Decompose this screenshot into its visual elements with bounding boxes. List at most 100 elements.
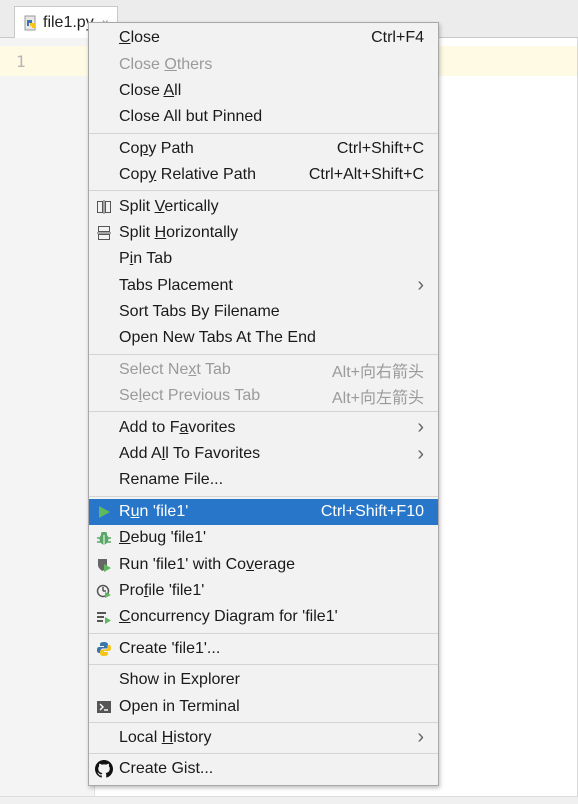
menu-group: Select Next Tab Alt+向右箭头 Select Previous T… <box>89 355 438 413</box>
menu-item-label: Create Gist... <box>119 760 424 778</box>
label-text: Pro <box>119 582 144 599</box>
menu-item-label: Split Horizontally <box>119 224 424 242</box>
menu-item-add-to-favorites[interactable]: Add to Favorites › <box>89 414 438 440</box>
label-text: n Tab <box>133 250 173 268</box>
label-text: Add to F <box>119 418 180 436</box>
menu-item-label: Add to Favorites <box>119 419 417 437</box>
mnemonic-letter: C <box>119 608 131 626</box>
menu-group: Close Ctrl+F4 Close Others Close All Close A… <box>89 23 438 134</box>
menu-item-open-in-terminal[interactable]: Open in Terminal <box>89 693 438 719</box>
label-text: ll <box>174 81 182 99</box>
menu-item-rename-file[interactable]: Rename File... <box>89 467 438 493</box>
shortcut-label: Ctrl+Alt+Shift+C <box>308 166 424 184</box>
mnemonic-letter: C <box>119 29 131 47</box>
submenu-arrow-icon: › <box>417 442 424 465</box>
menu-item-debug-file1[interactable]: Debug 'file1' <box>89 525 438 551</box>
label-text: Add A <box>119 445 162 463</box>
menu-item-label: Split Vertically <box>119 198 424 216</box>
label-text: erage <box>254 555 295 573</box>
menu-item-copy-relative-path[interactable]: Copy Relative Path Ctrl+Alt+Shift+C <box>89 162 438 188</box>
menu-item-close-all[interactable]: Close All <box>89 78 438 104</box>
label-text: ect Previous Tab <box>142 387 261 405</box>
label-text: istory <box>173 728 212 746</box>
menu-item-label: Close All but Pinned <box>119 108 424 126</box>
label-text: Run 'file1' with Co <box>119 555 247 573</box>
label-text: Relative Path <box>156 166 256 184</box>
label-text: ile 'file1' <box>148 582 205 599</box>
submenu-arrow-icon: › <box>417 416 424 439</box>
label-text: Split <box>119 197 155 215</box>
menu-item-close[interactable]: Close Ctrl+F4 <box>89 25 438 51</box>
label-text: ertically <box>164 197 219 215</box>
label-text: Select Ne <box>119 360 189 378</box>
menu-item-close-others: Close Others <box>89 51 438 77</box>
menu-item-pin-tab[interactable]: Pin Tab <box>89 246 438 272</box>
shortcut-label: Ctrl+Shift+F10 <box>320 502 424 520</box>
label-text: vorites <box>188 418 236 436</box>
menu-item-tabs-placement[interactable]: Tabs Placement › <box>89 273 438 299</box>
terminal-icon <box>95 698 113 716</box>
menu-item-label: Close All <box>119 82 424 100</box>
menu-group: Create 'file1'... <box>89 634 438 665</box>
menu-group: Create Gist... <box>89 754 438 784</box>
menu-item-label: Run 'file1' <box>119 503 321 521</box>
menu-item-profile-file1[interactable]: Profile 'file1' <box>89 578 438 604</box>
menu-item-label: Sort Tabs By Filename <box>119 303 424 321</box>
tab-context-menu: Close Ctrl+F4 Close Others Close All Close A… <box>88 22 439 786</box>
python-icon <box>95 640 113 658</box>
label-text: Open in Terminal <box>119 697 240 715</box>
split-horizontal-icon <box>95 224 113 242</box>
menu-item-label: Concurrency Diagram for 'file1' <box>119 608 424 626</box>
menu-item-sort-tabs-by-filename[interactable]: Sort Tabs By Filename <box>89 299 438 325</box>
label-text: Local <box>119 728 162 746</box>
label-text: Create 'file1'... <box>119 639 221 657</box>
python-file-icon <box>23 15 39 31</box>
menu-group: Show in Explorer Open in Terminal <box>89 665 438 723</box>
shortcut-label: Alt+向右箭头 <box>331 363 424 381</box>
mnemonic-letter: O <box>164 55 177 73</box>
menu-item-label: Local History <box>119 729 417 747</box>
submenu-arrow-icon: › <box>417 274 424 297</box>
menu-item-show-in-explorer[interactable]: Show in Explorer <box>89 667 438 693</box>
label-text: Close <box>119 81 164 99</box>
menu-item-label: Pin Tab <box>119 250 424 268</box>
menu-item-copy-path[interactable]: Copy Path Ctrl+Shift+C <box>89 136 438 162</box>
menu-item-label: Tabs Placement <box>119 277 417 295</box>
label-text: oncurrency Diagram for 'file1' <box>130 608 338 626</box>
menu-item-add-all-to-favorites[interactable]: Add All To Favorites › <box>89 441 438 467</box>
submenu-arrow-icon: › <box>417 726 424 749</box>
menu-item-split-vertically[interactable]: Split Vertically <box>89 193 438 219</box>
menu-item-create-gist[interactable]: Create Gist... <box>89 756 438 782</box>
label-text: Sort Tabs By Filename <box>119 303 280 321</box>
run-icon <box>95 503 113 521</box>
menu-group: Add to Favorites › Add All To Favorites › Re… <box>89 412 438 497</box>
menu-item-concurrency-diagram-for-file1[interactable]: Concurrency Diagram for 'file1' <box>89 604 438 630</box>
label-text: l To Favorites <box>165 445 261 463</box>
label-text: Close <box>119 55 165 73</box>
menu-item-label: Debug 'file1' <box>119 529 424 547</box>
menu-group: Split Vertically Split Horizontally Pin Ta… <box>89 191 438 355</box>
menu-item-open-new-tabs-at-the-end[interactable]: Open New Tabs At The End <box>89 325 438 351</box>
debug-icon <box>95 529 113 547</box>
label-text: Show in Explorer <box>119 671 240 689</box>
menu-item-label: Close <box>119 29 371 47</box>
label-text: ebug 'file1' <box>130 529 207 547</box>
mnemonic-letter: V <box>154 197 165 215</box>
menu-item-label: Copy Path <box>119 140 337 158</box>
menu-item-close-all-but-pinned[interactable]: Close All but Pinned <box>89 104 438 130</box>
menu-item-run-file1[interactable]: Run 'file1' Ctrl+Shift+F10 <box>89 498 438 526</box>
mnemonic-letter: H <box>161 728 174 746</box>
line-number: 1 <box>16 52 26 71</box>
label-text: Tabs Placement <box>119 276 233 294</box>
label-text: Cop <box>119 166 149 184</box>
label-text: y Path <box>148 139 194 157</box>
menu-item-local-history[interactable]: Local History › <box>89 725 438 751</box>
shortcut-label: Ctrl+Shift+C <box>336 139 424 157</box>
menu-item-create-file1[interactable]: Create 'file1'... <box>89 636 438 662</box>
label-text: Se <box>119 387 139 405</box>
menu-item-run-file1-with-coverage[interactable]: Run 'file1' with Coverage <box>89 551 438 577</box>
menu-item-split-horizontally[interactable]: Split Horizontally <box>89 220 438 246</box>
split-vertical-icon <box>95 198 113 216</box>
menu-item-label: Open New Tabs At The End <box>119 329 424 347</box>
menu-group: Local History › <box>89 723 438 755</box>
